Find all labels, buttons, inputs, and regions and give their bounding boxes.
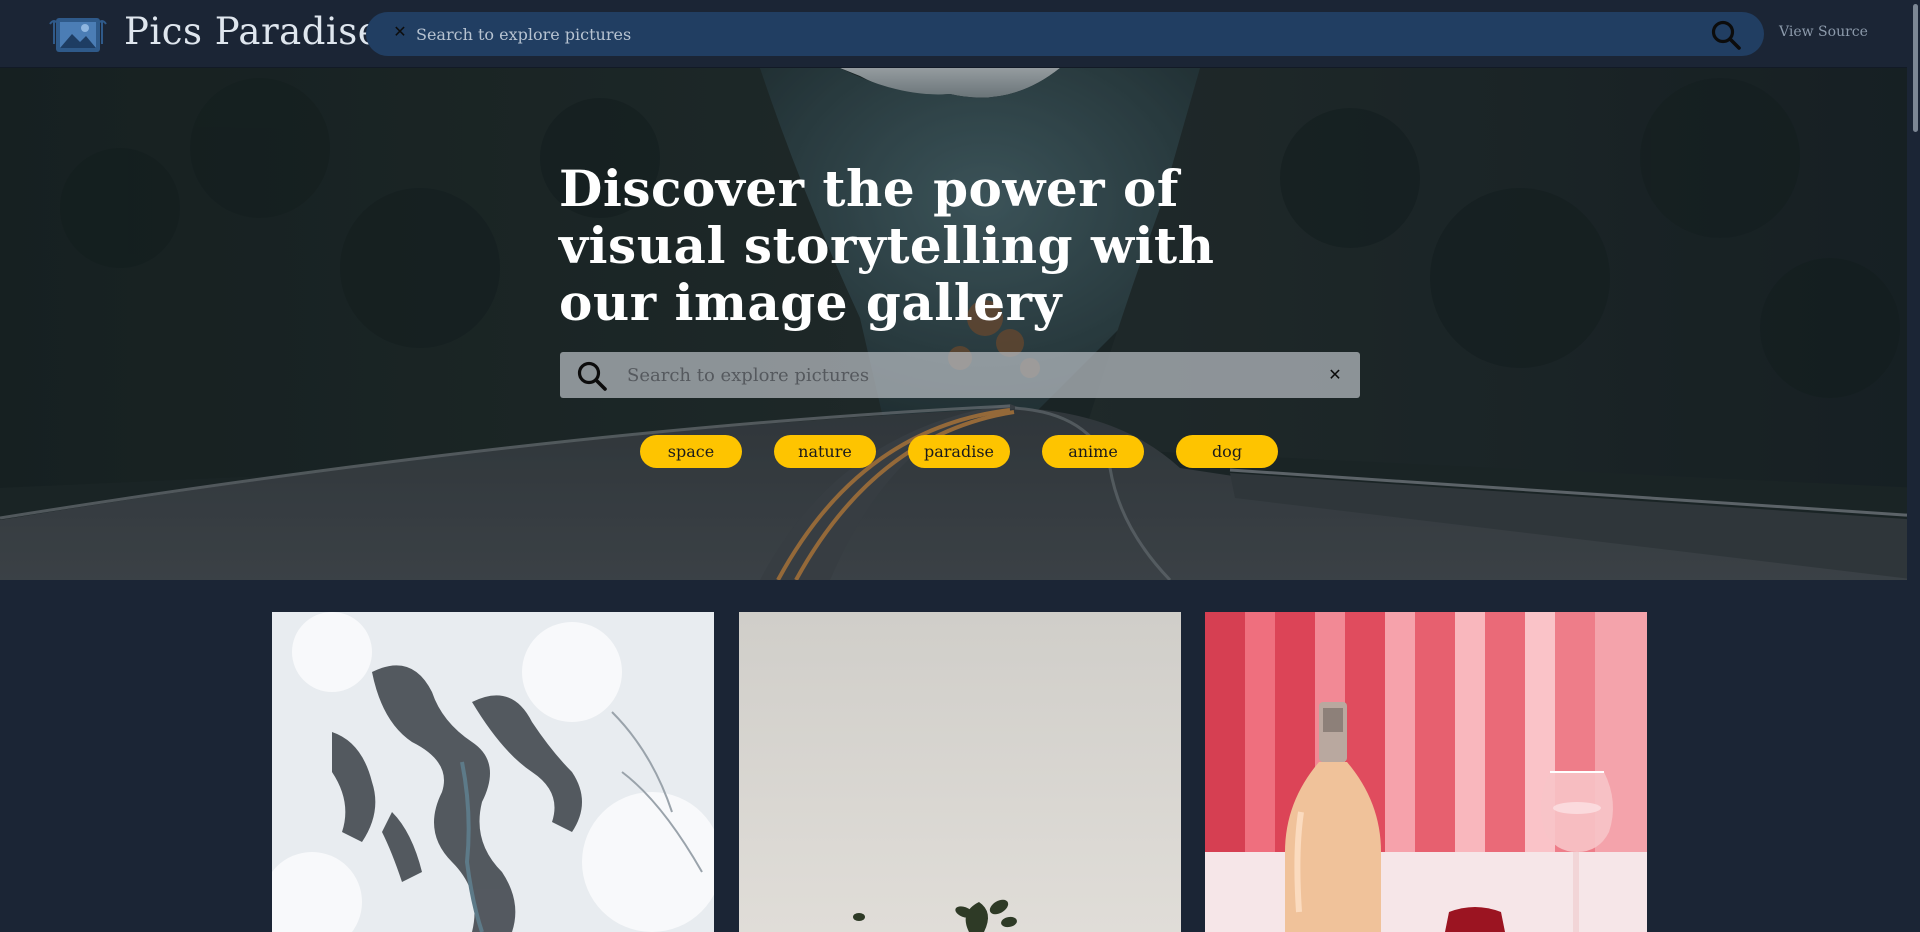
- gallery-image-card[interactable]: [739, 612, 1181, 932]
- snowy-mountain-image: [272, 612, 714, 932]
- page-scrollbar[interactable]: [1907, 0, 1920, 919]
- search-icon[interactable]: [576, 360, 608, 392]
- hero-search-input[interactable]: [625, 360, 1265, 390]
- gallery-image-card[interactable]: [272, 612, 714, 932]
- suggested-tags: space nature paradise anime dog: [640, 435, 1278, 469]
- tag-paradise[interactable]: paradise: [908, 435, 1010, 468]
- wine-bottle-image: [1205, 612, 1647, 932]
- image-gallery: [0, 580, 1920, 932]
- hero-title: Discover the power of visual storytellin…: [559, 159, 1215, 332]
- hero-search-bar: ✕: [560, 352, 1360, 398]
- close-icon[interactable]: ✕: [1326, 365, 1344, 385]
- tag-dog[interactable]: dog: [1176, 435, 1278, 468]
- tag-nature[interactable]: nature: [774, 435, 876, 468]
- close-icon[interactable]: ✕: [390, 22, 410, 42]
- scrollbar-thumb[interactable]: [1913, 4, 1918, 132]
- tag-anime[interactable]: anime: [1042, 435, 1144, 468]
- plant-image: [739, 612, 1181, 932]
- header-search-input[interactable]: [414, 19, 1614, 49]
- gallery-image-card[interactable]: [1205, 612, 1647, 932]
- header-search-bar: ✕: [366, 12, 1764, 56]
- photo-gallery-logo-icon[interactable]: [48, 14, 108, 56]
- search-icon[interactable]: [1710, 19, 1742, 51]
- brand-title[interactable]: Pics Paradise: [124, 10, 380, 53]
- top-navigation-bar: Pics Paradise ✕ View Source: [0, 0, 1920, 68]
- tag-space[interactable]: space: [640, 435, 742, 468]
- view-source-link[interactable]: View Source: [1779, 24, 1868, 40]
- hero-section: Discover the power of visual storytellin…: [0, 68, 1920, 580]
